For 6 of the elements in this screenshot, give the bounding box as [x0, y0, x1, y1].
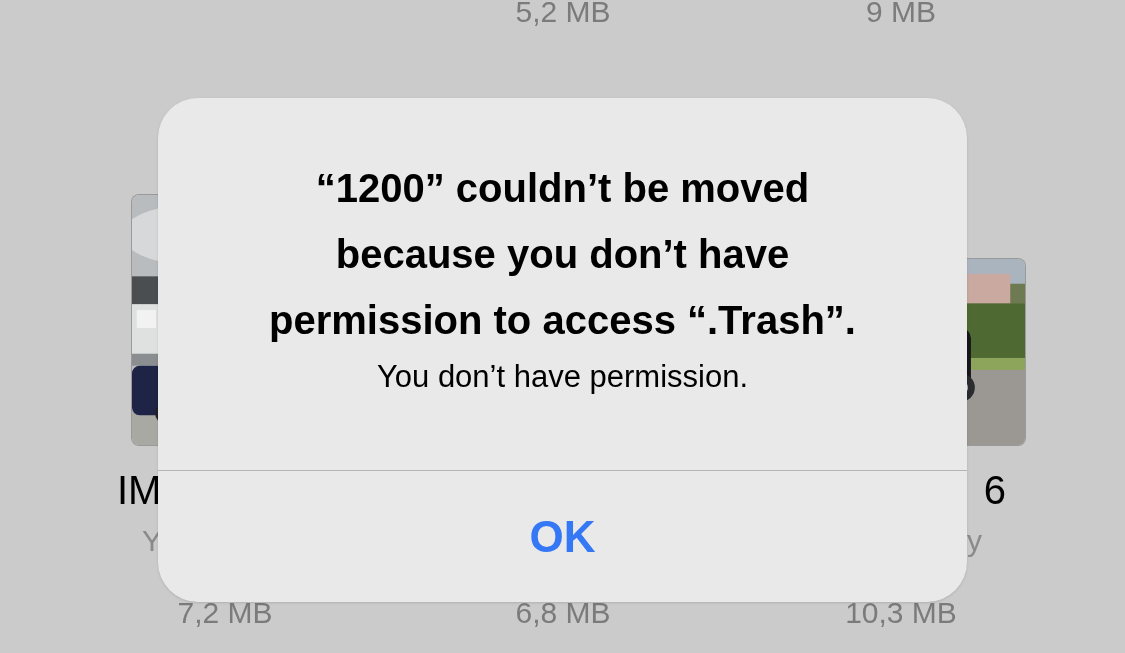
file-date: y	[967, 524, 982, 559]
alert-title: “1200” couldn’t be moved because you don’t have permission to access “.Trash”.	[268, 165, 857, 344]
file-size: 5,2 MB	[515, 0, 611, 28]
file-size: 9 MB	[866, 0, 936, 28]
alert-message: You don’t have permission.	[375, 358, 750, 396]
file-name: 6	[983, 468, 1006, 514]
